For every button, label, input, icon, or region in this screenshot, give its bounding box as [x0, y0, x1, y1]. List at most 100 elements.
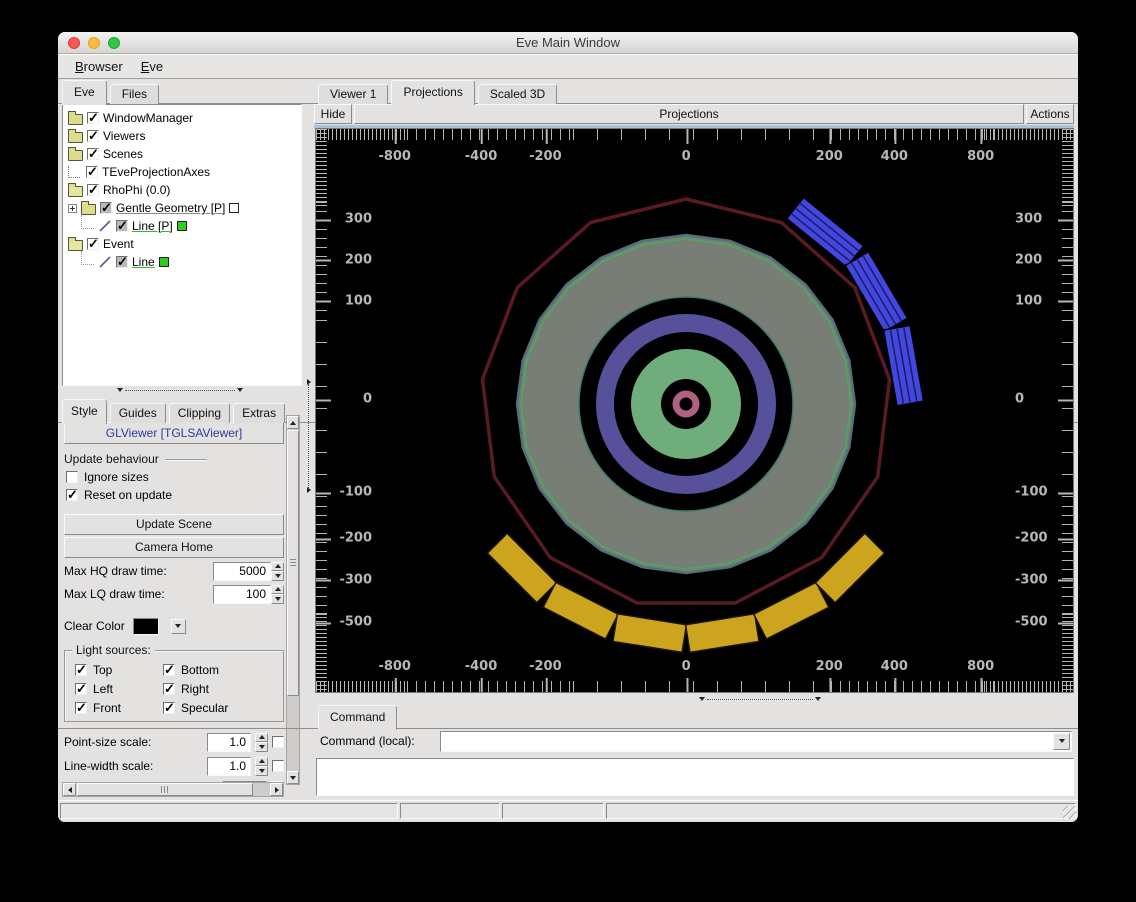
left-panel: Eve Files WindowManager Viewers Scenes [60, 79, 308, 800]
tree-checkbox[interactable] [87, 238, 99, 250]
status-cell [60, 803, 398, 819]
point-size-checkbox[interactable] [272, 736, 284, 748]
tree-item-event[interactable]: Event [65, 235, 299, 253]
command-output-area[interactable] [316, 758, 1074, 796]
tree-item-projectionaxes[interactable]: TEveProjectionAxes [65, 163, 299, 181]
line-width-checkbox[interactable] [272, 760, 284, 772]
clear-color-swatch[interactable] [133, 618, 159, 635]
tree-checkbox[interactable] [87, 130, 99, 142]
x-axis-label: 800 [967, 149, 994, 164]
y-axis-label: 100 [338, 293, 372, 308]
tab-guides[interactable]: Guides [110, 403, 166, 423]
point-size-field[interactable]: 1.0 [207, 733, 251, 752]
status-cell [400, 803, 500, 819]
y-axis-label: 0 [1015, 392, 1049, 407]
command-row: Command (local): [320, 730, 1072, 752]
viewer-tab-bar: Viewer 1 Projections Scaled 3D [318, 79, 560, 104]
tree-checkbox[interactable] [87, 184, 99, 196]
camera-home-button[interactable]: Camera Home [64, 537, 284, 558]
command-value[interactable] [443, 734, 1051, 749]
clear-color-dropdown-button[interactable] [171, 619, 186, 634]
max-lq-field[interactable]: 100 [213, 585, 271, 604]
color-swatch[interactable] [177, 221, 187, 231]
reset-on-update-checkbox[interactable] [66, 489, 78, 501]
light-bottom-checkbox[interactable] [163, 664, 175, 676]
tree-item-windowmanager[interactable]: WindowManager [65, 109, 299, 127]
style-vertical-scrollbar[interactable] [286, 415, 300, 785]
tree-checkbox[interactable] [116, 220, 128, 232]
light-top-row: Top [75, 663, 163, 677]
scroll-left-button[interactable] [63, 783, 76, 796]
hide-button[interactable]: Hide [314, 104, 352, 124]
max-hq-spinner[interactable] [271, 562, 284, 581]
tab-extras[interactable]: Extras [233, 403, 285, 423]
tab-clipping[interactable]: Clipping [169, 403, 230, 423]
splitter-arrow-icon [699, 697, 705, 701]
line-width-spinner[interactable] [255, 757, 268, 776]
tab-files[interactable]: Files [110, 84, 159, 104]
line-width-field[interactable]: 1.0 [207, 757, 251, 776]
max-lq-spinner[interactable] [271, 585, 284, 604]
right-panel: Viewer 1 Projections Scaled 3D Hide Proj… [312, 79, 1076, 800]
tab-scaled-3d[interactable]: Scaled 3D [478, 84, 557, 104]
spin-down-icon [275, 574, 281, 578]
tree-item-line[interactable]: Line [65, 253, 299, 271]
tree-item-viewers[interactable]: Viewers [65, 127, 299, 145]
scroll-right-button[interactable] [270, 783, 283, 796]
light-right-checkbox[interactable] [163, 683, 175, 695]
color-swatch[interactable] [229, 203, 239, 213]
minimize-window-button[interactable] [88, 37, 100, 49]
tab-style[interactable]: Style [62, 399, 107, 424]
gl-viewport[interactable]: -800 -400 -200 0 200 400 800 -800 -400 -… [315, 128, 1074, 693]
light-left-checkbox[interactable] [75, 683, 87, 695]
spin-up-icon [259, 735, 265, 739]
tree-item-gentle-geometry[interactable]: Gentle Geometry [P] [65, 199, 299, 217]
scroll-down-button[interactable] [287, 771, 299, 784]
tab-projections[interactable]: Projections [391, 80, 474, 105]
tree-checkbox[interactable] [86, 166, 98, 178]
close-window-button[interactable] [68, 37, 80, 49]
left-horizontal-splitter[interactable] [125, 390, 235, 391]
color-swatch[interactable] [159, 257, 169, 267]
panel-vertical-splitter[interactable] [308, 384, 309, 488]
tree-item-rhophi[interactable]: RhoPhi (0.0) [65, 181, 299, 199]
menu-browser[interactable]: Browser [66, 57, 132, 76]
tab-command[interactable]: Command [318, 705, 397, 730]
tree-checkbox[interactable] [87, 148, 99, 160]
command-combobox[interactable] [440, 731, 1072, 752]
zoom-window-button[interactable] [108, 37, 120, 49]
scroll-up-button[interactable] [287, 416, 299, 429]
resize-grip-icon[interactable] [1063, 806, 1076, 819]
titlebar: Eve Main Window [58, 32, 1078, 54]
light-top-checkbox[interactable] [75, 664, 87, 676]
canvas-bottom-splitter[interactable] [707, 699, 813, 700]
max-hq-field[interactable]: 5000 [213, 562, 271, 581]
x-axis-label: 800 [967, 659, 994, 674]
tree-checkbox[interactable] [100, 202, 112, 214]
scrollbar-thumb[interactable] [287, 430, 299, 696]
tree-item-scenes[interactable]: Scenes [65, 145, 299, 163]
line-icon [98, 255, 112, 269]
ignore-sizes-checkbox[interactable] [66, 471, 78, 483]
update-scene-button[interactable]: Update Scene [64, 514, 284, 535]
combobox-dropdown-button[interactable] [1053, 733, 1070, 750]
light-specular-checkbox[interactable] [163, 702, 175, 714]
menu-eve[interactable]: Eve [132, 57, 172, 76]
tree-checkbox[interactable] [116, 256, 128, 268]
actions-button[interactable]: Actions [1026, 104, 1074, 124]
ignore-sizes-row: Ignore sizes [64, 470, 284, 484]
glviewer-button[interactable]: GLViewer [TGLSAViewer] [64, 422, 284, 444]
light-front-checkbox[interactable] [75, 702, 87, 714]
x-axis-label: -800 [378, 149, 411, 164]
tab-eve[interactable]: Eve [62, 80, 107, 105]
tab-viewer-1[interactable]: Viewer 1 [318, 84, 388, 104]
traffic-lights [68, 37, 120, 49]
expand-icon[interactable] [68, 204, 77, 213]
tree-item-line-p[interactable]: Line [P] [65, 217, 299, 235]
scrollbar-thumb[interactable] [77, 783, 253, 796]
chevron-down-icon [175, 624, 181, 628]
tree-checkbox[interactable] [87, 112, 99, 124]
point-size-spinner[interactable] [255, 733, 268, 752]
style-horizontal-scrollbar[interactable] [62, 782, 284, 797]
ruler-bottom [316, 681, 1073, 692]
